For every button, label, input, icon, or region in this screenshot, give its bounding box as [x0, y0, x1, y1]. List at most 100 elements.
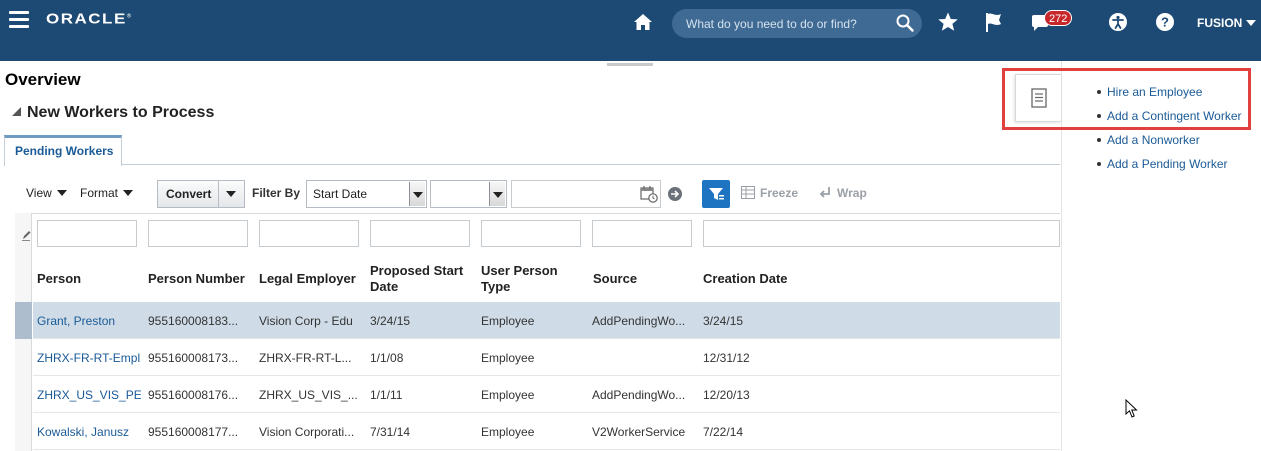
column-header-user-person-type[interactable]: User Person Type [481, 263, 571, 295]
column-header-creation-date[interactable]: Creation Date [703, 271, 788, 287]
chevron-down-icon[interactable] [226, 191, 236, 197]
table-row[interactable]: ZHRX-FR-RT-Empl 955160008173... ZHRX-FR-… [33, 339, 1060, 376]
brand-name: ORACLE [46, 10, 127, 27]
chevron-down-icon [56, 190, 67, 196]
freeze-icon [741, 186, 755, 199]
legal-employer-cell: ZHRX-FR-RT-L... [259, 351, 352, 365]
task-add-nonworker[interactable]: Add a Nonworker [1107, 133, 1200, 147]
task-add-pending-worker[interactable]: Add a Pending Worker [1107, 157, 1228, 171]
notification-count-badge[interactable]: 272 [1044, 10, 1073, 26]
person-type-cell: Employee [481, 351, 535, 365]
person-number-cell: 955160008183... [148, 314, 239, 328]
legal-employer-cell: Vision Corp - Edu [259, 314, 353, 328]
chevron-down-icon [1246, 20, 1257, 26]
legal-employer-cell: Vision Corporati... [259, 425, 355, 439]
freeze-label: Freeze [760, 186, 799, 200]
view-menu-label: View [26, 186, 52, 200]
collapse-triangle-icon[interactable] [12, 107, 21, 116]
splitter-handle[interactable] [607, 63, 653, 66]
column-header-proposed-start-date[interactable]: Proposed Start Date [370, 263, 478, 295]
person-link[interactable]: ZHRX-FR-RT-Empl [37, 351, 141, 365]
svg-text:?: ? [1161, 15, 1169, 30]
table-row[interactable]: Grant, Preston 955160008183... Vision Co… [33, 302, 1060, 339]
wrap-icon [819, 187, 830, 198]
person-link[interactable]: Kowalski, Janusz [37, 425, 141, 439]
column-header-person[interactable]: Person [37, 271, 81, 287]
header-extension [0, 46, 1261, 61]
person-type-cell: Employee [481, 425, 535, 439]
chevron-down-icon [123, 190, 134, 196]
query-by-example-button[interactable] [702, 180, 730, 208]
freeze-button[interactable]: Freeze [741, 186, 798, 200]
format-menu[interactable]: Format [80, 186, 134, 200]
pencil-icon [22, 231, 31, 241]
person-type-cell: Employee [481, 314, 535, 328]
legal-employer-cell: ZHRX_US_VIS_... [259, 388, 358, 402]
accessibility-icon[interactable] [1108, 12, 1128, 32]
brand-mark: ® [126, 14, 132, 20]
annotation-highlight [1002, 68, 1251, 130]
convert-button[interactable]: Convert [157, 180, 245, 208]
format-menu-label: Format [80, 186, 119, 200]
filter-date-input[interactable] [511, 180, 661, 208]
qbe-person-type-input[interactable] [481, 220, 581, 247]
creation-date-cell: 3/24/15 [703, 314, 744, 328]
qbe-source-input[interactable] [592, 220, 692, 247]
column-header-person-number[interactable]: Person Number [148, 271, 245, 287]
section-header[interactable]: New Workers to Process [12, 104, 214, 122]
global-search[interactable] [672, 9, 922, 38]
selected-row-marker [15, 302, 32, 339]
start-date-cell: 3/24/15 [370, 314, 411, 328]
wrap-button[interactable]: Wrap [818, 186, 867, 200]
search-input[interactable] [684, 14, 884, 33]
calendar-icon[interactable] [640, 185, 658, 203]
person-number-cell: 955160008177... [148, 425, 239, 439]
page-title: Overview [5, 70, 81, 89]
table-row[interactable]: Kowalski, Janusz 955160008177... Vision … [33, 413, 1060, 450]
user-name: FUSION [1197, 16, 1243, 30]
help-icon[interactable]: ? [1155, 12, 1175, 32]
person-number-cell: 955160008176... [148, 388, 239, 402]
search-icon[interactable] [895, 13, 915, 33]
bullet [1097, 138, 1101, 142]
convert-label: Convert [166, 187, 212, 201]
bullet [1097, 162, 1101, 166]
mouse-cursor-icon [1125, 399, 1138, 418]
creation-date-cell: 7/22/14 [703, 425, 744, 439]
start-date-cell: 7/31/14 [370, 425, 411, 439]
button-divider [218, 181, 219, 207]
person-link[interactable]: Grant, Preston [37, 314, 141, 328]
oracle-logo[interactable]: ORACLE® [46, 11, 131, 28]
wrap-label: Wrap [837, 186, 867, 200]
creation-date-cell: 12/31/12 [703, 351, 750, 365]
table-row[interactable]: ZHRX_US_VIS_PE 955160008176... ZHRX_US_V… [33, 376, 1060, 413]
filter-operator-select[interactable] [430, 180, 507, 208]
home-icon[interactable] [633, 12, 653, 32]
go-arrow-icon[interactable] [667, 186, 683, 202]
view-menu[interactable]: View [26, 186, 67, 200]
tab-strip [4, 135, 1060, 165]
source-cell: AddPendingWo... [592, 388, 686, 402]
qbe-legal-employer-input[interactable] [259, 220, 359, 247]
column-header-source[interactable]: Source [593, 271, 637, 287]
dropdown-button[interactable] [489, 182, 505, 206]
qbe-start-date-input[interactable] [370, 220, 470, 247]
person-type-cell: Employee [481, 388, 535, 402]
flag-icon[interactable] [983, 11, 1005, 33]
qbe-person-number-input[interactable] [148, 220, 248, 247]
tab-pending-workers[interactable]: Pending Workers [4, 135, 122, 166]
creation-date-cell: 12/20/13 [703, 388, 750, 402]
source-cell: V2WorkerService [592, 425, 686, 439]
column-header-legal-employer[interactable]: Legal Employer [259, 271, 356, 287]
qbe-creation-date-input[interactable] [703, 220, 1060, 247]
user-menu[interactable]: FUSION [1197, 16, 1257, 30]
filter-icon [709, 188, 724, 200]
star-icon[interactable] [937, 11, 959, 33]
hamburger-icon[interactable] [9, 11, 29, 29]
start-date-cell: 1/1/08 [370, 351, 404, 365]
qbe-person-input[interactable] [37, 220, 137, 247]
person-number-cell: 955160008173... [148, 351, 239, 365]
person-link[interactable]: ZHRX_US_VIS_PE [37, 388, 141, 402]
dropdown-button[interactable] [409, 182, 425, 206]
filter-field-select[interactable]: Start Date [306, 180, 427, 208]
